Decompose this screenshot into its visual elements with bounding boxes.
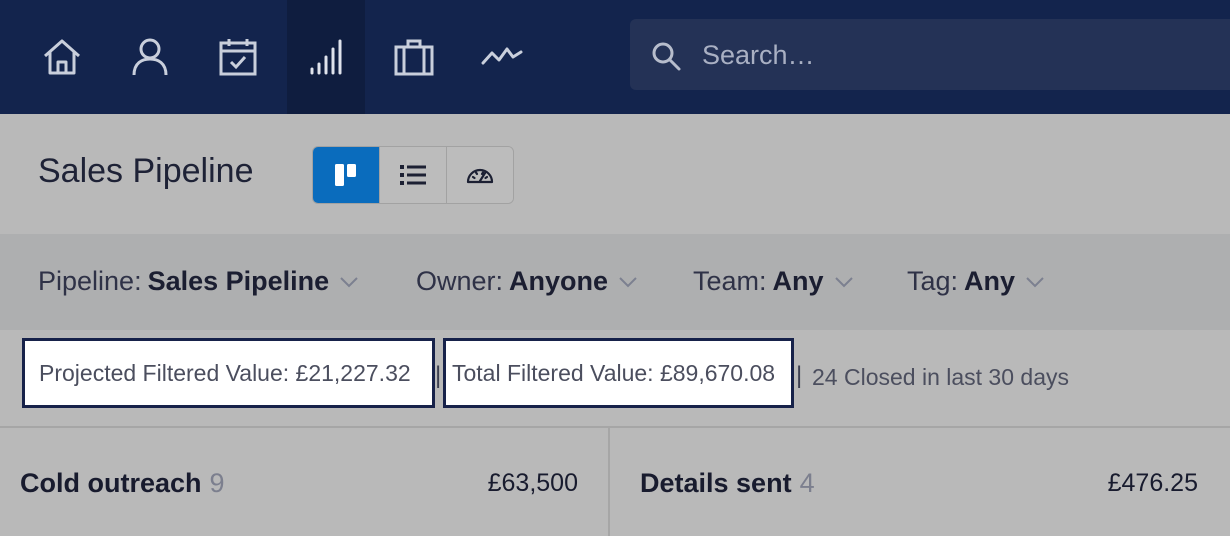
page-title: Sales Pipeline [38,152,254,190]
nav-deals[interactable] [375,0,453,114]
stage-count: 9 [209,468,225,498]
view-switcher [312,146,514,204]
chevron-down-icon [619,276,637,287]
list-view-button[interactable] [379,147,446,203]
filter-bar: Pipeline: Sales Pipeline Owner: Anyone T… [0,234,1230,330]
stage-header-details-sent[interactable]: Details sent 4 [640,468,815,499]
stat-separator: | [796,362,803,389]
stage-header-cold-outreach[interactable]: Cold outreach 9 [20,468,225,499]
person-icon [132,38,168,76]
team-filter-label: Team: [693,266,767,296]
stage-value: £63,500 [487,469,578,497]
tag-filter-value: Any [964,266,1016,296]
activity-line-icon [481,47,523,65]
chevron-down-icon [834,276,853,287]
nav-home[interactable] [23,0,101,114]
stage-title: Details sent [640,468,792,498]
pipeline-filter[interactable]: Pipeline: Sales Pipeline [38,266,359,297]
board-view-button[interactable] [313,147,379,203]
pipeline-filter-label: Pipeline: [38,266,142,296]
owner-filter[interactable]: Owner: Anyone [416,266,638,297]
nav-reports[interactable] [463,0,541,114]
owner-filter-value: Anyone [509,266,609,296]
calendar-check-icon [219,39,257,76]
chevron-down-icon [340,276,358,287]
search-icon [652,42,681,71]
closed-count-text: 24 Closed in last 30 days [812,364,1069,390]
total-value-box: Total Filtered Value: £89,670.08 [443,338,794,408]
top-nav-bar [0,0,1230,114]
nav-calendar[interactable] [199,0,277,114]
home-icon [44,39,80,75]
projected-value-text: Projected Filtered Value: £21,227.32 [39,359,411,386]
dashboard-view-button[interactable] [446,147,513,203]
stage-count: 4 [799,468,815,498]
pipeline-filter-value: Sales Pipeline [147,266,330,296]
total-value-text: Total Filtered Value: £89,670.08 [452,359,776,386]
list-view-icon [400,165,426,185]
column-divider [608,428,610,536]
stat-separator: | [435,362,442,389]
search-bar[interactable] [630,19,1230,90]
stage-value: £476.25 [1107,469,1198,497]
team-filter[interactable]: Team: Any [693,266,854,297]
team-filter-value: Any [772,266,824,296]
divider [0,426,1230,428]
nav-pipeline[interactable] [287,0,365,114]
projected-value-box: Projected Filtered Value: £21,227.32 [22,338,435,408]
search-input[interactable] [700,33,1224,77]
chevron-down-icon [1026,276,1044,287]
nav-contacts[interactable] [111,0,189,114]
stage-title: Cold outreach [20,468,202,498]
signal-bars-icon [310,39,342,75]
board-view-icon [335,164,356,186]
dashboard-gauge-icon [466,168,494,184]
owner-filter-label: Owner: [416,266,504,296]
tag-filter-label: Tag: [907,266,959,296]
briefcase-icon [394,39,434,76]
tag-filter[interactable]: Tag: Any [907,266,1045,297]
